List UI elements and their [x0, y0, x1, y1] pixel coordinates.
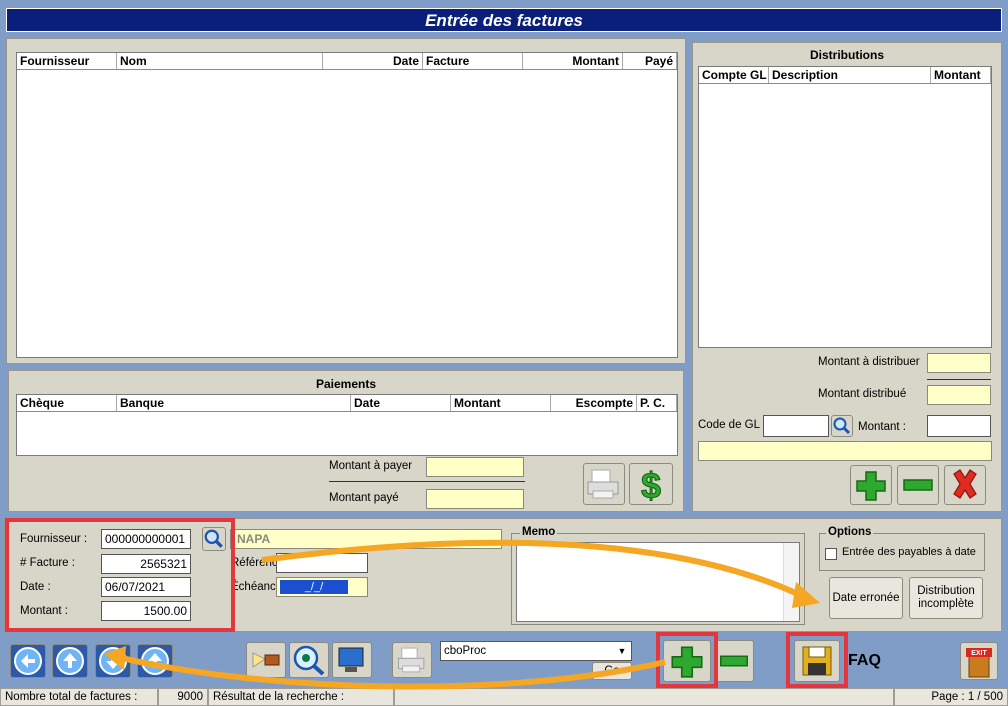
- arrowhead-left-icon: [104, 646, 126, 670]
- annotation-arrows: [104, 539, 820, 690]
- arrow-to-next-button: [121, 655, 666, 690]
- arrowhead-right-icon: [792, 582, 820, 608]
- arrow-to-distribution-button: [261, 539, 802, 598]
